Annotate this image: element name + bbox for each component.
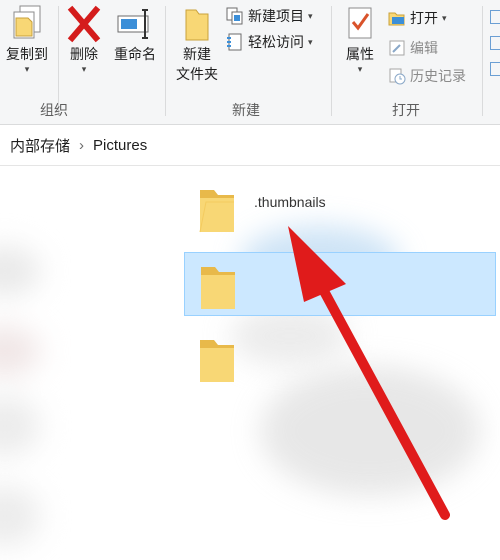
edit-label: 编辑 bbox=[410, 40, 438, 56]
folder-icon bbox=[200, 340, 234, 382]
group-label-new: 新建 bbox=[232, 102, 260, 118]
chevron-down-icon: ▾ bbox=[308, 10, 313, 21]
chevron-down-icon: ▾ bbox=[308, 36, 313, 47]
divider bbox=[482, 6, 483, 116]
open-label: 打开 bbox=[410, 10, 438, 26]
file-name: .thumbnails bbox=[254, 194, 326, 210]
new-item-label: 新建项目 bbox=[248, 8, 304, 24]
new-folder-button[interactable]: 新建 文件夹 bbox=[172, 4, 222, 84]
edit-icon bbox=[389, 40, 405, 56]
list-item[interactable] bbox=[0, 326, 500, 390]
chevron-down-icon: ▾ bbox=[24, 64, 30, 74]
list-item-selected[interactable] bbox=[184, 252, 496, 316]
easy-access-button[interactable]: 轻松访问 ▾ bbox=[226, 32, 313, 52]
open-button[interactable]: 打开 ▾ bbox=[388, 8, 447, 28]
delete-label: 删除 bbox=[70, 46, 98, 62]
blurred-region bbox=[0, 396, 40, 456]
open-icon bbox=[388, 12, 405, 26]
group-label-organize: 组织 bbox=[40, 102, 68, 118]
chevron-down-icon: ▾ bbox=[442, 12, 447, 23]
invert-selection-icon bbox=[490, 62, 500, 76]
rename-button[interactable]: 重命名 bbox=[110, 4, 160, 64]
delete-icon bbox=[67, 5, 101, 43]
delete-button[interactable]: 删除 ▾ bbox=[64, 4, 104, 75]
group-label-open: 打开 bbox=[392, 102, 420, 118]
divider bbox=[165, 6, 166, 116]
rename-icon bbox=[117, 9, 149, 39]
new-item-icon bbox=[226, 7, 243, 25]
history-button[interactable]: 历史记录 bbox=[388, 66, 466, 86]
file-list: .thumbnails bbox=[0, 166, 500, 560]
new-folder-label-line1: 新建 bbox=[183, 46, 211, 62]
folder-icon bbox=[201, 267, 235, 309]
blurred-region bbox=[0, 486, 40, 546]
select-group-icons[interactable] bbox=[490, 10, 500, 80]
new-folder-icon bbox=[185, 9, 209, 41]
history-icon bbox=[389, 68, 406, 85]
breadcrumb-separator: › bbox=[79, 136, 85, 154]
select-none-icon bbox=[490, 36, 500, 50]
blurred-region bbox=[0, 246, 40, 296]
properties-label: 属性 bbox=[346, 46, 374, 62]
properties-button[interactable]: 属性 ▾ bbox=[338, 4, 382, 75]
folder-icon bbox=[199, 190, 234, 233]
breadcrumb-item-pictures[interactable]: Pictures bbox=[93, 137, 147, 154]
breadcrumb: 内部存储 › Pictures bbox=[0, 125, 500, 166]
breadcrumb-item-internal-storage[interactable]: 内部存储 bbox=[10, 135, 70, 156]
easy-access-icon bbox=[227, 33, 242, 51]
list-item[interactable]: .thumbnails bbox=[0, 172, 500, 236]
copy-to-label: 复制到 bbox=[6, 46, 48, 62]
new-folder-label-line2: 文件夹 bbox=[176, 66, 218, 82]
new-item-button[interactable]: 新建项目 ▾ bbox=[226, 6, 313, 26]
copy-to-button[interactable]: 复制到 ▾ bbox=[2, 4, 52, 75]
chevron-down-icon: ▾ bbox=[81, 64, 87, 74]
properties-icon bbox=[348, 7, 372, 39]
edit-button[interactable]: 编辑 bbox=[388, 38, 438, 58]
ribbon: 复制到 ▾ 删除 ▾ 重命名 新建 文件夹 新建项目 ▾ 轻松访问 ▾ 属性 ▾… bbox=[0, 0, 500, 125]
easy-access-label: 轻松访问 bbox=[248, 34, 304, 50]
copy-to-icon bbox=[13, 5, 41, 39]
chevron-down-icon: ▾ bbox=[357, 64, 363, 74]
divider bbox=[331, 6, 332, 116]
select-all-icon bbox=[490, 10, 500, 24]
rename-label: 重命名 bbox=[114, 46, 156, 62]
history-label: 历史记录 bbox=[410, 68, 466, 84]
